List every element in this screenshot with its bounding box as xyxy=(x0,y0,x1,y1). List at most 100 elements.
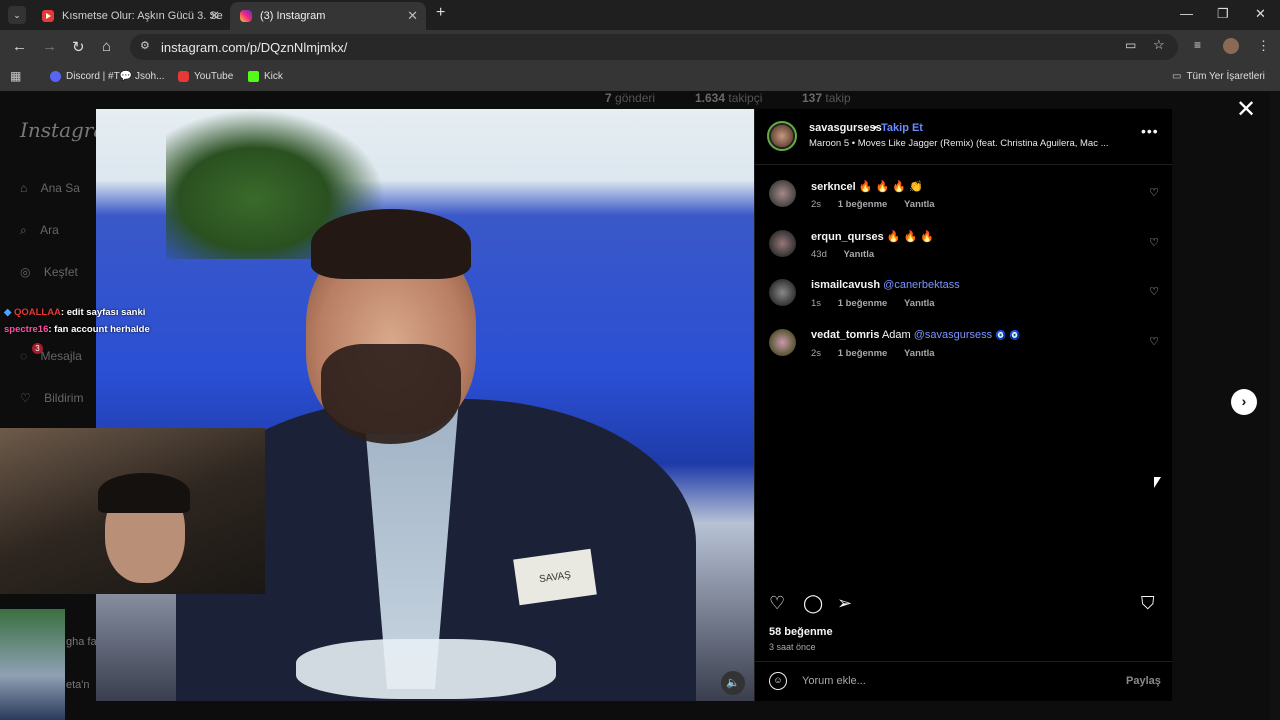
bookmark-kick[interactable]: Kick xyxy=(248,71,283,82)
more-options-icon[interactable]: ••• xyxy=(1141,123,1159,139)
sidebar-notifications[interactable]: ♡ Bildirim xyxy=(20,391,83,405)
commenter-username[interactable]: serkncel xyxy=(811,181,856,193)
tab-list-dropdown-icon[interactable]: ⌄ xyxy=(8,6,26,24)
save-bookmark-icon[interactable]: ⛉ xyxy=(1141,593,1155,614)
share-icon[interactable]: ➢ xyxy=(837,593,852,614)
sidebar-home[interactable]: ⌂ Ana Sa xyxy=(20,181,80,195)
reply-button[interactable]: Yanıtla xyxy=(904,348,935,359)
comment-input[interactable]: Yorum ekle... xyxy=(802,675,866,687)
comment-meta: 1s 1 beğenme Yanıtla xyxy=(811,298,949,309)
video-thumbnail xyxy=(0,609,65,720)
comment-icon[interactable]: ◯ xyxy=(803,593,823,614)
like-comment-icon[interactable]: ♡ xyxy=(1149,186,1159,199)
site-info-icon[interactable]: ⚙ xyxy=(140,39,150,52)
follow-button[interactable]: Takip Et xyxy=(881,122,923,134)
comment-time: 1s xyxy=(811,298,822,309)
messenger-icon: ◌ xyxy=(20,349,28,363)
following-count: 137 takip xyxy=(802,91,851,105)
post-side-panel: savasgursess • Takip Et Maroon 5 • Moves… xyxy=(754,109,1172,701)
forward-icon[interactable]: → xyxy=(42,38,57,55)
commenter-avatar[interactable] xyxy=(769,329,796,356)
bg-text: gha fa xyxy=(66,636,97,648)
mouse-cursor-icon xyxy=(1154,477,1161,488)
menu-icon[interactable]: ⋮ xyxy=(1257,38,1270,54)
like-comment-icon[interactable]: ♡ xyxy=(1149,236,1159,249)
comment-meta: 2s 1 beğenme Yanıtla xyxy=(811,199,949,210)
close-tab-icon[interactable]: ✕ xyxy=(209,8,220,24)
comment-meta: 2s 1 beğenme Yanıtla xyxy=(811,348,949,359)
restore-icon[interactable]: ❐ xyxy=(1217,6,1229,22)
streamer-cap xyxy=(98,473,190,513)
like-comment-icon[interactable]: ♡ xyxy=(1149,285,1159,298)
media-control-icon[interactable]: ≡ xyxy=(1194,38,1201,52)
url-text: instagram.com/p/DQznNlmjmkx/ xyxy=(161,40,348,55)
comment-likes[interactable]: 1 beğenme xyxy=(838,298,888,309)
bookmark-youtube[interactable]: YouTube xyxy=(178,71,233,82)
next-post-chevron-icon[interactable]: › xyxy=(1231,389,1257,415)
likes-count[interactable]: 58 beğenme xyxy=(769,626,833,638)
post-comment-button[interactable]: Paylaş xyxy=(1126,675,1161,687)
browser-tab-bar: ⌄ Kısmetse Olur: Aşkın Gücü 3. Se ✕ (3) … xyxy=(0,0,1280,30)
tab-youtube[interactable]: Kısmetse Olur: Aşkın Gücü 3. Se ✕ xyxy=(32,2,228,30)
sidebar-messages[interactable]: ◌ Mesajla xyxy=(20,349,82,363)
bookmark-discord[interactable]: Discord | #T💬 Jsoh... xyxy=(50,71,164,82)
posts-count: 7 gönderi xyxy=(605,91,656,105)
bookmarks-bar: ▦ Discord | #T💬 Jsoh... YouTube Kick ▭ T… xyxy=(0,64,1280,92)
page-scrollbar[interactable] xyxy=(1270,91,1280,720)
bookmark-star-icon[interactable]: ☆ xyxy=(1153,37,1165,53)
comment-item: erqun_qurses 🔥 🔥 🔥 43d Yanıtla ♡ xyxy=(769,230,1159,270)
url-field[interactable]: ⚙ instagram.com/p/DQznNlmjmkx/ ▭ ☆ xyxy=(130,34,1178,60)
back-icon[interactable]: ← xyxy=(12,38,27,55)
new-tab-icon[interactable]: + xyxy=(436,4,445,22)
window-close-icon[interactable]: ✕ xyxy=(1255,6,1266,22)
comment-likes[interactable]: 1 beğenme xyxy=(838,199,888,210)
apps-grid-icon[interactable]: ▦ xyxy=(10,69,21,83)
comment-likes[interactable]: 1 beğenme xyxy=(838,348,888,359)
home-icon[interactable]: ⌂ xyxy=(102,38,111,55)
commenter-avatar[interactable] xyxy=(769,180,796,207)
comment-item: vedat_tomris Adam @savasgursess 🧿 🧿 2s 1… xyxy=(769,329,1159,369)
commenter-avatar[interactable] xyxy=(769,230,796,257)
heart-icon: ♡ xyxy=(20,391,31,405)
commenter-avatar[interactable] xyxy=(769,279,796,306)
cast-icon[interactable]: ▭ xyxy=(1125,38,1136,52)
profile-avatar[interactable] xyxy=(1223,38,1239,54)
author-username[interactable]: savasgursess xyxy=(809,122,882,134)
reload-icon[interactable]: ↻ xyxy=(72,38,85,56)
comment-time: 43d xyxy=(811,249,827,260)
comment-mention[interactable]: @canerbektass xyxy=(883,279,960,291)
audio-track[interactable]: Maroon 5 • Moves Like Jagger (Remix) (fe… xyxy=(809,138,1109,149)
minimize-icon[interactable]: — xyxy=(1180,6,1193,21)
tab-instagram[interactable]: (3) Instagram ✕ xyxy=(230,2,426,30)
chat-text: : edit sayfası sanki xyxy=(60,307,146,318)
author-avatar[interactable] xyxy=(767,121,797,151)
sidebar-explore[interactable]: ◎ Keşfet xyxy=(20,265,78,279)
comment-time: 2s xyxy=(811,348,822,359)
divider xyxy=(755,164,1172,165)
commenter-username[interactable]: vedat_tomris xyxy=(811,329,879,341)
mute-icon[interactable]: 🔈 xyxy=(721,671,745,695)
like-icon[interactable]: ♡ xyxy=(769,593,785,614)
close-tab-icon[interactable]: ✕ xyxy=(407,8,418,24)
reply-button[interactable]: Yanıtla xyxy=(844,249,875,260)
comment-item: ismailcavush @canerbektass 1s 1 beğenme … xyxy=(769,279,1159,319)
close-modal-icon[interactable]: ✕ xyxy=(1236,98,1256,122)
comment-body: Adam xyxy=(881,329,911,341)
comment-mention[interactable]: @savasgursess xyxy=(914,329,992,341)
post-video[interactable]: SAVAŞ 🔈 xyxy=(96,109,754,701)
chat-text: : fan account herhalde xyxy=(48,324,150,335)
bookmark-label: Discord | #T💬 Jsoh... xyxy=(66,71,165,82)
divider xyxy=(755,661,1172,662)
commenter-username[interactable]: ismailcavush xyxy=(811,279,880,291)
commenter-username[interactable]: erqun_qurses xyxy=(811,231,884,243)
comment-body: 🔥 🔥 🔥 xyxy=(886,231,935,243)
compass-icon: ◎ xyxy=(20,265,31,279)
reply-button[interactable]: Yanıtla xyxy=(904,298,935,309)
chat-badge-icon: ◆ xyxy=(4,307,12,318)
like-comment-icon[interactable]: ♡ xyxy=(1149,335,1159,348)
all-bookmarks[interactable]: ▭ Tüm Yer İşaretleri xyxy=(1172,71,1265,82)
reply-button[interactable]: Yanıtla xyxy=(904,199,935,210)
emoji-icon[interactable]: ☺ xyxy=(769,672,787,690)
sidebar-search[interactable]: ⌕ Ara xyxy=(20,223,59,238)
instagram-icon xyxy=(240,10,252,22)
